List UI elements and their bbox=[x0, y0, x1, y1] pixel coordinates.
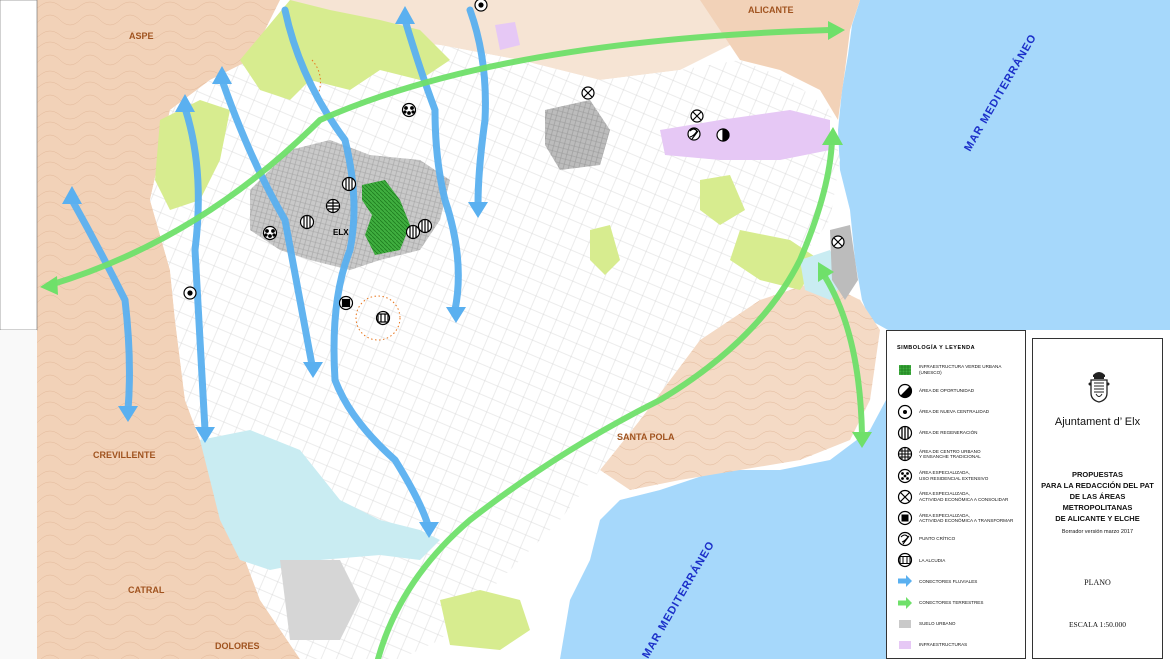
legend-item: INFRAESTRUCTURA VERDE URBANA (UNESCO) bbox=[897, 359, 1019, 380]
scale-label: ESCALA 1:50.000 bbox=[1068, 620, 1127, 629]
lilac-swatch-icon bbox=[897, 637, 913, 653]
legend-item: CONECTORES TERRESTRES bbox=[897, 592, 1019, 613]
legend-label: INFRAESTRUCTURA VERDE URBANA (UNESCO) bbox=[919, 364, 1002, 375]
legend-item: LA ALCUDIA bbox=[897, 550, 1019, 571]
dotted-circle-icon bbox=[897, 468, 913, 484]
place-label-elx: ELX bbox=[333, 228, 349, 237]
square-circle-icon bbox=[897, 510, 913, 526]
organization-name: Ajuntament d’ Elx bbox=[1054, 416, 1141, 428]
green-hatch-icon bbox=[897, 362, 913, 378]
legend-item: ÁREA DE REGENERACIÓN bbox=[897, 423, 1019, 444]
legend-label: ÁREA ESPECIALIZADA, ACTIVIDAD ECONÓMICA … bbox=[919, 512, 1014, 523]
alcudia-icon bbox=[897, 552, 913, 568]
legend-panel: SIMBOLOGÍA Y LEYENDA INFRAESTRUCTURA VER… bbox=[886, 330, 1026, 659]
grey-swatch-icon bbox=[897, 616, 913, 632]
legend-label: INFRAESTRUCTURAS bbox=[919, 642, 968, 648]
vertical-bars-circle-icon bbox=[897, 425, 913, 441]
half-circle-icon bbox=[897, 383, 913, 399]
place-label-alicante: ALICANTE bbox=[748, 5, 794, 15]
draft-version: Borrador versión marzo 2017 bbox=[1061, 529, 1134, 535]
place-label-catral: CATRAL bbox=[128, 585, 165, 595]
sea-north bbox=[838, 0, 1170, 330]
legend-item: ÁREA ESPECIALIZADA, ACTIVIDAD ECONÓMICA … bbox=[897, 507, 1019, 528]
legend-label: CONECTORES TERRESTRES bbox=[919, 599, 984, 605]
green-arrow-icon bbox=[897, 595, 913, 611]
legend-label: ÁREA DE CENTRO URBANO Y ENSANCHE TRADICI… bbox=[919, 448, 981, 460]
legend-item: ÁREA DE NUEVA CENTRALIDAD bbox=[897, 401, 1019, 422]
legend-label: PUNTO CRÍTICO bbox=[919, 536, 956, 542]
legend-item: ÁREA ESPECIALIZADA, USO RESIDENCIAL EXTE… bbox=[897, 465, 1019, 486]
legend-label: ÁREA DE REGENERACIÓN bbox=[919, 430, 978, 436]
critical-point-icon bbox=[897, 531, 913, 547]
blue-arrow-icon bbox=[897, 573, 913, 589]
title-block: Ajuntament d’ Elx PROPUESTAS PARA LA RED… bbox=[1032, 338, 1163, 659]
place-label-crevillente: CREVILLENTE bbox=[93, 450, 156, 460]
plan-label: PLANO bbox=[1084, 578, 1111, 587]
legend-label: ÁREA ESPECIALIZADA, USO RESIDENCIAL EXTE… bbox=[919, 470, 989, 481]
legend-label: ÁREA ESPECIALIZADA, ACTIVIDAD ECONÓMICA … bbox=[919, 491, 1009, 502]
grid-circle-icon bbox=[897, 446, 913, 462]
place-label-dolores: DOLORES bbox=[215, 641, 260, 651]
legend-item: INFRAESTRUCTURAS bbox=[897, 634, 1019, 655]
legend-label: ÁREA DE OPORTUNIDAD bbox=[919, 388, 975, 394]
legend-item: ÁREA DE OPORTUNIDAD bbox=[897, 380, 1019, 401]
legend-label: LA ALCUDIA bbox=[919, 557, 946, 563]
legend-item: PUNTO CRÍTICO bbox=[897, 529, 1019, 550]
legend-label: SUELO URBANO bbox=[919, 621, 956, 627]
legend-item: ÁREA DE CENTRO URBANO Y ENSANCHE TRADICI… bbox=[897, 444, 1019, 465]
legend-item: CONECTORES FLUVIALES bbox=[897, 571, 1019, 592]
dot-circle-icon bbox=[897, 404, 913, 420]
x-circle-icon bbox=[897, 489, 913, 505]
legend-title: SIMBOLOGÍA Y LEYENDA bbox=[897, 345, 976, 351]
proposal-title: PROPUESTAS PARA LA REDACCIÓN DEL PAT DE … bbox=[1041, 470, 1154, 523]
place-label-aspe: ASPE bbox=[129, 31, 154, 41]
legend-item: SUELO URBANO bbox=[897, 613, 1019, 634]
legend-label: CONECTORES FLUVIALES bbox=[919, 578, 978, 584]
city-crest-icon bbox=[1088, 372, 1110, 403]
legend-label: ÁREA DE NUEVA CENTRALIDAD bbox=[919, 409, 990, 415]
place-label-santa-pola: SANTA POLA bbox=[617, 432, 675, 442]
legend-item: ÁREA ESPECIALIZADA, ACTIVIDAD ECONÓMICA … bbox=[897, 486, 1019, 507]
